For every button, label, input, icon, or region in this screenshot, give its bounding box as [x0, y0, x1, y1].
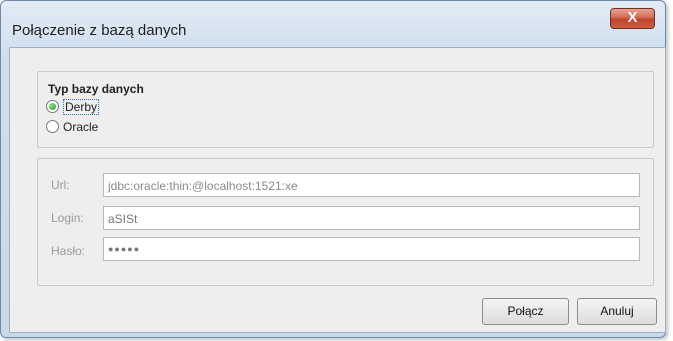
connection-group: Url: jdbc:oracle:thin:@localhost:1521:xe…: [37, 158, 654, 286]
close-button[interactable]: X: [610, 8, 655, 29]
password-label: Hasło:: [51, 244, 86, 258]
radio-oracle-label[interactable]: Oracle: [63, 120, 98, 134]
login-label: Login:: [51, 211, 84, 225]
url-label: Url:: [51, 178, 70, 192]
radio-oracle[interactable]: Oracle: [46, 118, 98, 135]
dialog-window: Połączenie z bazą danych X Typ bazy dany…: [0, 0, 666, 338]
radio-unselected-icon[interactable]: [46, 120, 59, 133]
cancel-button[interactable]: Anuluj: [577, 298, 657, 325]
dialog-content: Typ bazy danych Derby Oracle Url: jdbc:o…: [9, 47, 666, 333]
password-field[interactable]: ●●●●●: [103, 237, 640, 261]
radio-derby-label[interactable]: Derby: [63, 98, 100, 115]
radio-derby[interactable]: Derby: [46, 98, 100, 115]
connect-button[interactable]: Połącz: [482, 298, 569, 325]
radio-dot-icon: [49, 103, 56, 110]
title-bar[interactable]: Połączenie z bazą danych X: [1, 1, 665, 39]
db-type-title: Typ bazy danych: [48, 82, 144, 96]
login-field[interactable]: aSISt: [103, 206, 640, 230]
radio-selected-icon[interactable]: [46, 100, 59, 113]
window-title: Połączenie z bazą danych: [12, 22, 187, 39]
db-type-group: Typ bazy danych Derby Oracle: [37, 71, 654, 148]
url-field[interactable]: jdbc:oracle:thin:@localhost:1521:xe: [103, 173, 640, 197]
